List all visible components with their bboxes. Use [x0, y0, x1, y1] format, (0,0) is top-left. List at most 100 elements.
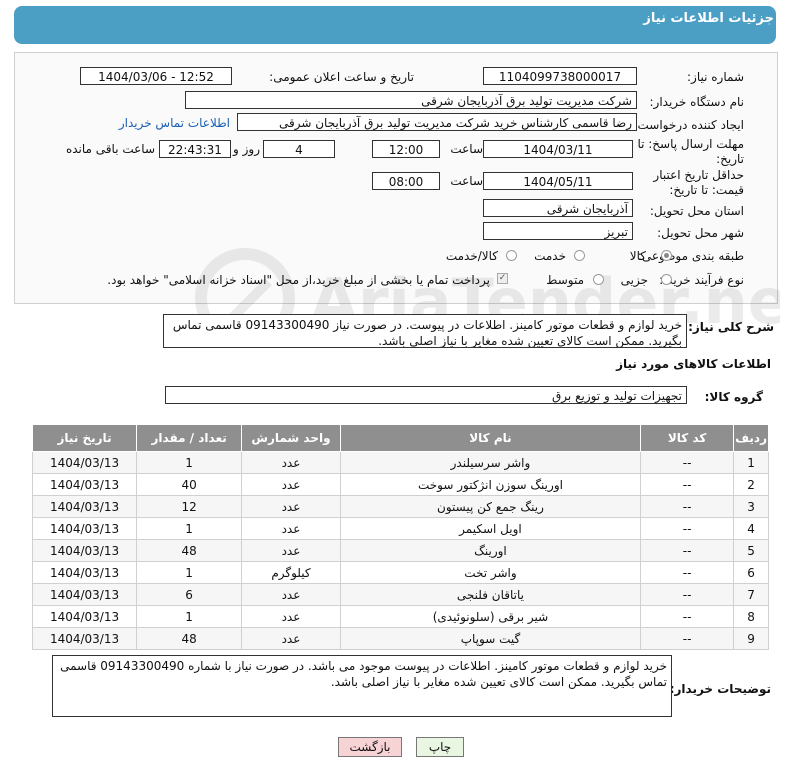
cell-need-date: 1404/03/13	[31, 561, 138, 584]
cell-quantity: 1	[136, 517, 243, 540]
buyer-contact-link[interactable]: اطلاعات تماس خریدار	[119, 116, 230, 130]
province-field: آذربایجان شرقی	[483, 199, 633, 217]
cell-unit: عدد	[241, 605, 341, 628]
announce-field: 1404/03/06 - 12:52	[80, 67, 232, 85]
buyer-notes-textarea[interactable]: خرید لوازم و قطعات موتور کامینز. اطلاعات…	[52, 655, 672, 717]
cell-quantity: 6	[136, 583, 243, 606]
cell-item-code: --	[640, 605, 735, 628]
items-table-header: ردیف کد کالا نام کالا واحد شمارش تعداد /…	[31, 424, 769, 452]
validity-time-field: 08:00	[372, 172, 440, 190]
cell-row-number: 7	[733, 583, 769, 606]
cell-row-number: 3	[733, 495, 769, 518]
cell-row-number: 6	[733, 561, 769, 584]
cell-item-code: --	[640, 583, 735, 606]
process-radio-medium[interactable]	[593, 274, 604, 285]
table-row: 5 -- اورینگ عدد 48 1404/03/13	[31, 539, 769, 562]
cell-unit: عدد	[241, 539, 341, 562]
group-field: تجهیزات تولید و توزیع برق	[165, 386, 687, 404]
col-unit: واحد شمارش	[241, 424, 341, 452]
cell-row-number: 5	[733, 539, 769, 562]
cell-item-name: اورینگ سوزن انژکتور سوخت	[339, 473, 642, 496]
cell-item-code: --	[640, 627, 735, 650]
items-section-title: اطلاعات کالاهای مورد نیاز	[616, 357, 771, 371]
validity-date-field: 1404/05/11	[483, 172, 633, 190]
cell-item-code: --	[640, 473, 735, 496]
cell-quantity: 40	[136, 473, 243, 496]
cell-item-code: --	[640, 561, 735, 584]
cell-item-code: --	[640, 495, 735, 518]
table-row: 9 -- گیت سوپاپ عدد 48 1404/03/13	[31, 627, 769, 650]
cell-need-date: 1404/03/13	[31, 451, 138, 474]
print-button[interactable]: چاپ	[416, 737, 464, 757]
reply-date-field: 1404/03/11	[483, 140, 633, 158]
table-row: 6 -- واشر تخت کیلوگرم 1 1404/03/13	[31, 561, 769, 584]
cell-quantity: 1	[136, 451, 243, 474]
province-label: استان محل تحویل:	[649, 204, 744, 218]
items-table: ردیف کد کالا نام کالا واحد شمارش تعداد /…	[31, 424, 769, 650]
cell-item-name: واشر تخت	[339, 561, 642, 584]
description-label: شرح کلی نیاز:	[688, 320, 774, 334]
process-option-medium: متوسط	[546, 273, 584, 287]
buyer-notes-label: توضیحات خریدار:	[669, 682, 771, 696]
days-field: 4	[263, 140, 335, 158]
category-label: طبقه بندی موضوعی:	[637, 249, 744, 263]
city-field: تبریز	[483, 222, 633, 240]
col-quantity: تعداد / مقدار	[136, 424, 243, 452]
reply-deadline-label: مهلت ارسال پاسخ: تا تاریخ:	[637, 137, 744, 166]
cell-row-number: 1	[733, 451, 769, 474]
group-label: گروه کالا:	[704, 390, 763, 404]
category-radio-goods-service[interactable]	[506, 250, 517, 261]
cell-need-date: 1404/03/13	[31, 583, 138, 606]
category-radio-goods[interactable]	[661, 250, 672, 261]
cell-item-name: اویل اسکیمر	[339, 517, 642, 540]
validity-time-label: ساعت	[450, 174, 483, 188]
treasury-checkbox[interactable]: ✓	[497, 273, 508, 284]
buyer-org-field: شرکت مدیریت تولید برق آذربایجان شرقی	[185, 91, 637, 109]
cell-item-name: رینگ جمع کن پیستون	[339, 495, 642, 518]
city-label: شهر محل تحویل:	[657, 226, 744, 240]
process-option-minor: جزیی	[620, 273, 648, 287]
cell-need-date: 1404/03/13	[31, 627, 138, 650]
process-radio-minor[interactable]	[661, 274, 672, 285]
cell-unit: عدد	[241, 517, 341, 540]
cell-quantity: 12	[136, 495, 243, 518]
page-title: جزئیات اطلاعات نیاز	[643, 11, 774, 26]
cell-quantity: 1	[136, 605, 243, 628]
remaining-time-field: 22:43:31	[159, 140, 231, 158]
cell-item-code: --	[640, 517, 735, 540]
buyer-org-label: نام دستگاه خریدار:	[649, 95, 745, 109]
remaining-label: ساعت باقی مانده	[65, 142, 155, 156]
description-textarea[interactable]: خرید لوازم و قطعات موتور کامینز. اطلاعات…	[163, 314, 687, 348]
day-and-label: روز و	[233, 142, 260, 156]
category-option-goods-service: کالا/خدمت	[445, 249, 498, 263]
cell-need-date: 1404/03/13	[31, 517, 138, 540]
category-option-goods: کالا	[629, 249, 646, 263]
table-row: 3 -- رینگ جمع کن پیستون عدد 12 1404/03/1…	[31, 495, 769, 518]
cell-row-number: 8	[733, 605, 769, 628]
table-row: 1 -- واشر سرسیلندر عدد 1 1404/03/13	[31, 451, 769, 474]
need-number-label: شماره نیاز:	[687, 70, 744, 84]
category-radio-service[interactable]	[574, 250, 585, 261]
cell-need-date: 1404/03/13	[31, 605, 138, 628]
payment-note: پرداخت تمام یا بخشی از مبلغ خرید،از محل …	[107, 273, 490, 287]
table-row: 2 -- اورینگ سوزن انژکتور سوخت عدد 40 140…	[31, 473, 769, 496]
cell-row-number: 2	[733, 473, 769, 496]
cell-need-date: 1404/03/13	[31, 473, 138, 496]
cell-quantity: 1	[136, 561, 243, 584]
cell-item-code: --	[640, 539, 735, 562]
table-row: 4 -- اویل اسکیمر عدد 1 1404/03/13	[31, 517, 769, 540]
cell-quantity: 48	[136, 627, 243, 650]
back-button[interactable]: بازگشت	[338, 737, 402, 757]
cell-row-number: 4	[733, 517, 769, 540]
cell-item-name: اورینگ	[339, 539, 642, 562]
col-item-name: نام کالا	[339, 424, 642, 452]
cell-unit: عدد	[241, 583, 341, 606]
category-option-service: خدمت	[534, 249, 566, 263]
cell-item-name: یاتاقان فلنجی	[339, 583, 642, 606]
reply-time-label: ساعت	[450, 142, 483, 156]
cell-unit: کیلوگرم	[241, 561, 341, 584]
reply-time-field: 12:00	[372, 140, 440, 158]
cell-unit: عدد	[241, 451, 341, 474]
creator-label: ایجاد کننده درخواست:	[633, 118, 744, 132]
table-row: 8 -- شیر برقی (سلونوئیدی) عدد 1 1404/03/…	[31, 605, 769, 628]
